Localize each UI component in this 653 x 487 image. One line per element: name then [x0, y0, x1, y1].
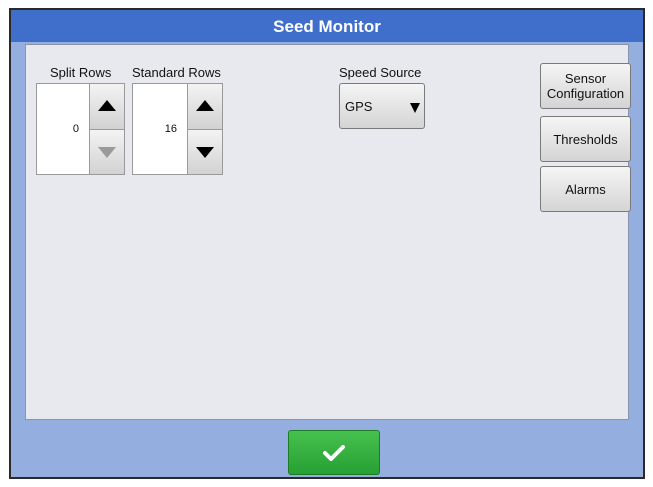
arrow-up-icon	[196, 100, 214, 111]
standard-rows-down-button[interactable]	[187, 129, 223, 175]
alarms-button[interactable]: Alarms	[540, 166, 631, 212]
thresholds-button[interactable]: Thresholds	[540, 116, 631, 162]
standard-rows-label: Standard Rows	[132, 65, 221, 80]
alarms-label: Alarms	[565, 181, 606, 197]
split-rows-up-button[interactable]	[89, 83, 125, 130]
split-rows-value: 0	[72, 123, 79, 135]
arrow-down-icon	[98, 147, 116, 158]
thresholds-label: Thresholds	[553, 131, 618, 147]
arrow-up-icon	[98, 100, 116, 111]
arrow-down-icon	[196, 147, 214, 158]
standard-rows-value: 16	[164, 123, 177, 135]
sensor-configuration-button[interactable]: Sensor Configuration	[540, 63, 631, 109]
dropdown-arrow-icon	[410, 103, 420, 113]
speed-source-label: Speed Source	[339, 65, 422, 80]
window-title: Seed Monitor	[11, 10, 643, 42]
standard-rows-up-button[interactable]	[187, 83, 223, 130]
split-rows-value-box[interactable]: 0	[36, 83, 90, 175]
seed-monitor-window: Seed Monitor Split Rows 0 Standard Rows …	[9, 8, 645, 479]
checkmark-icon	[323, 444, 345, 461]
split-rows-label: Split Rows	[50, 65, 112, 80]
sensor-configuration-label: Sensor Configuration	[546, 71, 625, 101]
standard-rows-value-box[interactable]: 16	[132, 83, 188, 175]
speed-source-value: GPS	[345, 99, 373, 114]
speed-source-dropdown[interactable]: GPS	[339, 83, 425, 129]
split-rows-down-button[interactable]	[89, 129, 125, 175]
settings-panel: Split Rows 0 Standard Rows 16 Speed Sour…	[25, 44, 631, 420]
accept-button[interactable]	[288, 430, 380, 475]
